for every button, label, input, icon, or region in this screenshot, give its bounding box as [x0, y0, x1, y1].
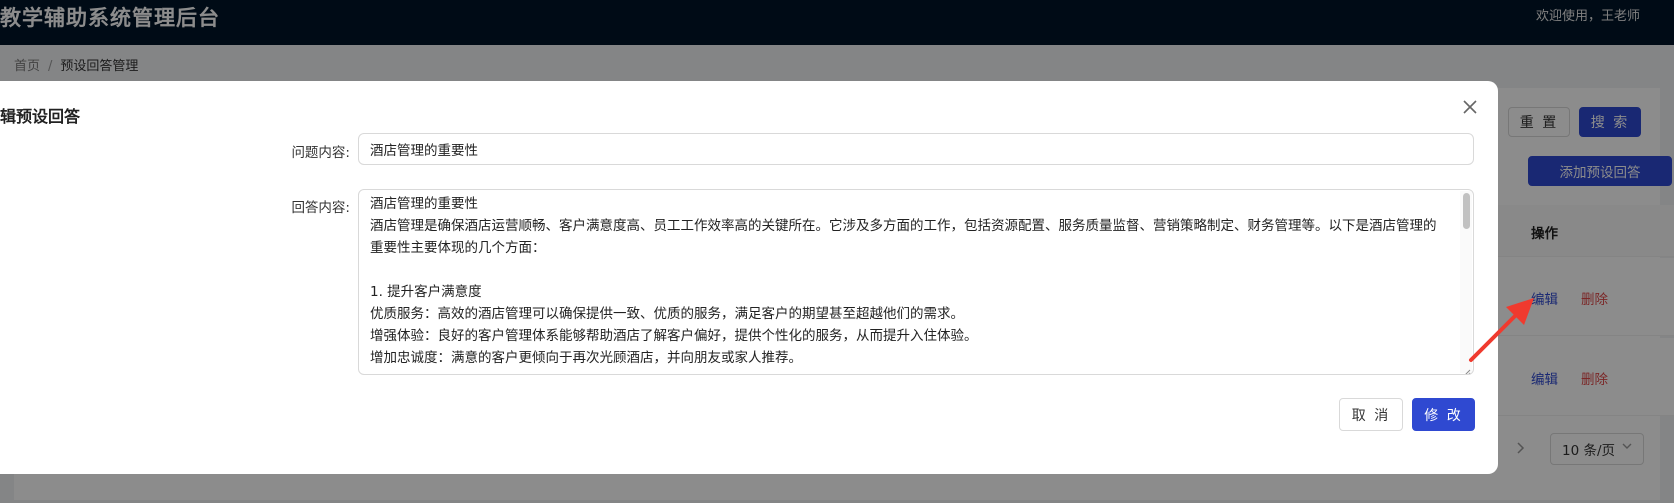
answer-textarea[interactable]: 酒店管理的重要性 酒店管理是确保酒店运营顺畅、客户满意度高、员工工作效率高的关键…: [358, 189, 1474, 375]
modal-title: 辑预设回答: [0, 107, 81, 126]
answer-line: 酒店管理的重要性: [370, 196, 478, 212]
cancel-button[interactable]: 取 消: [1339, 398, 1403, 431]
answer-line: [370, 259, 1450, 281]
answer-line: 酒店管理是确保酒店运营顺畅、客户满意度高、员工工作效率高的关键所在。它涉及多方面…: [370, 218, 1437, 234]
close-icon[interactable]: [1460, 97, 1480, 117]
submit-edit-button[interactable]: 修 改: [1412, 398, 1475, 431]
answer-line: 优质服务：高效的酒店管理可以确保提供一致、优质的服务，满足客户的期望甚至超越他们…: [370, 306, 964, 322]
answer-label: 回答内容:: [291, 200, 350, 216]
question-input[interactable]: [358, 133, 1474, 165]
question-label: 问题内容:: [291, 145, 350, 161]
answer-line: 增强体验：良好的客户管理体系能够帮助酒店了解客户偏好，提供个性化的服务，从而提升…: [370, 328, 978, 344]
answer-line: 增加忠诚度：满意的客户更倾向于再次光顾酒店，并向朋友或家人推荐。: [370, 350, 802, 366]
resize-handle-icon[interactable]: [1461, 363, 1471, 374]
scrollbar-thumb[interactable]: [1463, 193, 1470, 229]
answer-line: 重要性主要体现的几个方面：: [370, 240, 546, 256]
edit-preset-answer-modal: 辑预设回答 问题内容: 回答内容: 酒店管理的重要性 酒店管理是确保酒店运营顺畅…: [0, 81, 1498, 474]
answer-text: 酒店管理的重要性 酒店管理是确保酒店运营顺畅、客户满意度高、员工工作效率高的关键…: [370, 193, 1450, 369]
answer-line: 1. 提升客户满意度: [370, 284, 482, 300]
